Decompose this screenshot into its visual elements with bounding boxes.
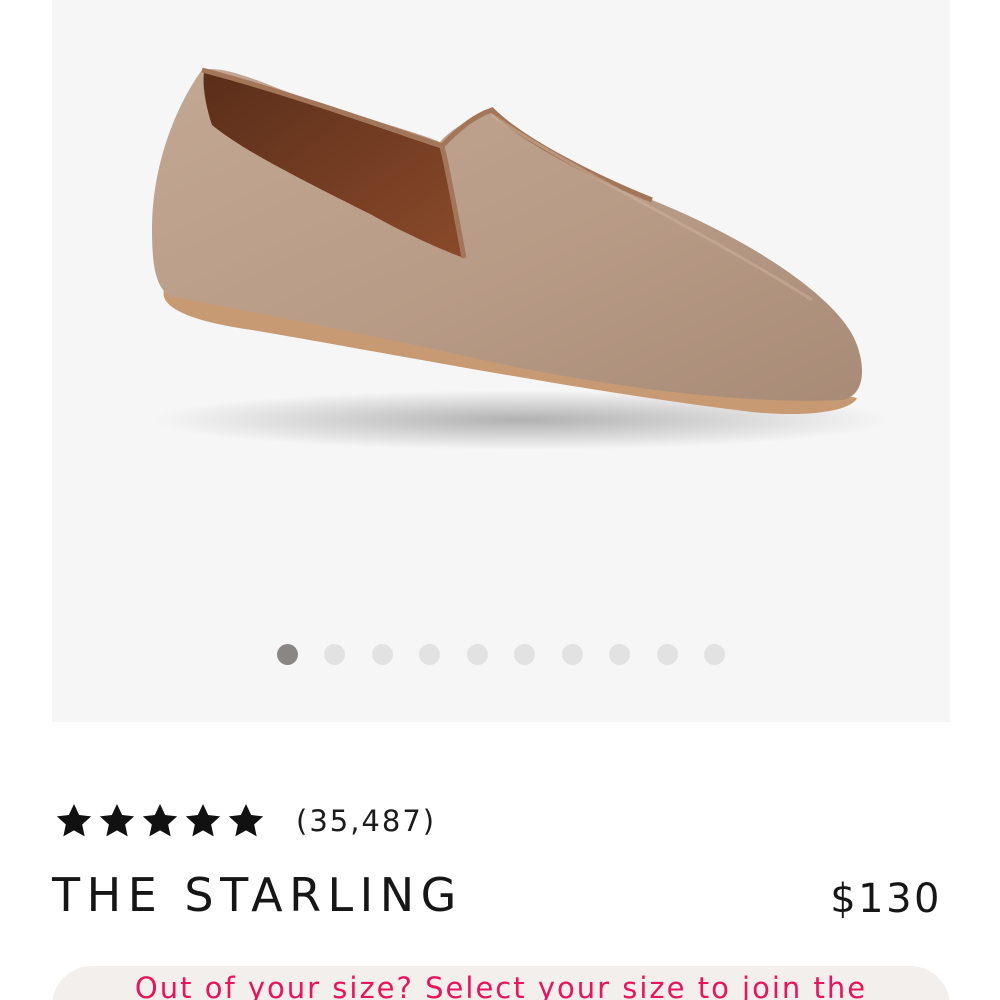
rating-row[interactable]: (35,487): [54, 800, 436, 842]
carousel-dot[interactable]: [324, 644, 346, 665]
carousel-dot[interactable]: [609, 644, 631, 665]
carousel-dot[interactable]: [561, 644, 583, 665]
product-title: THE STARLING: [52, 868, 463, 922]
carousel-dot[interactable]: [656, 644, 678, 665]
product-image-gallery[interactable]: [52, 0, 950, 722]
product-image-loafer[interactable]: [52, 0, 950, 620]
product-page: (35,487) THE STARLING $130 Out of your s…: [0, 0, 1000, 1000]
star-icon: [185, 804, 221, 837]
review-count[interactable]: (35,487): [296, 804, 436, 838]
star-icon: [142, 804, 178, 837]
carousel-dot[interactable]: [276, 644, 298, 665]
waitlist-banner[interactable]: Out of your size? Select your size to jo…: [52, 966, 950, 1000]
star-icon: [56, 804, 92, 837]
star-rating: [54, 801, 266, 841]
carousel-dot[interactable]: [371, 644, 393, 665]
star-icon: [228, 804, 264, 837]
carousel-dots: [52, 644, 950, 665]
product-price: $130: [830, 876, 942, 922]
carousel-dot[interactable]: [419, 644, 441, 665]
carousel-dot[interactable]: [514, 644, 536, 665]
waitlist-text: Out of your size? Select your size to jo…: [134, 971, 868, 1000]
carousel-dot[interactable]: [704, 644, 726, 665]
star-icon: [99, 804, 135, 837]
carousel-dot[interactable]: [466, 644, 488, 665]
